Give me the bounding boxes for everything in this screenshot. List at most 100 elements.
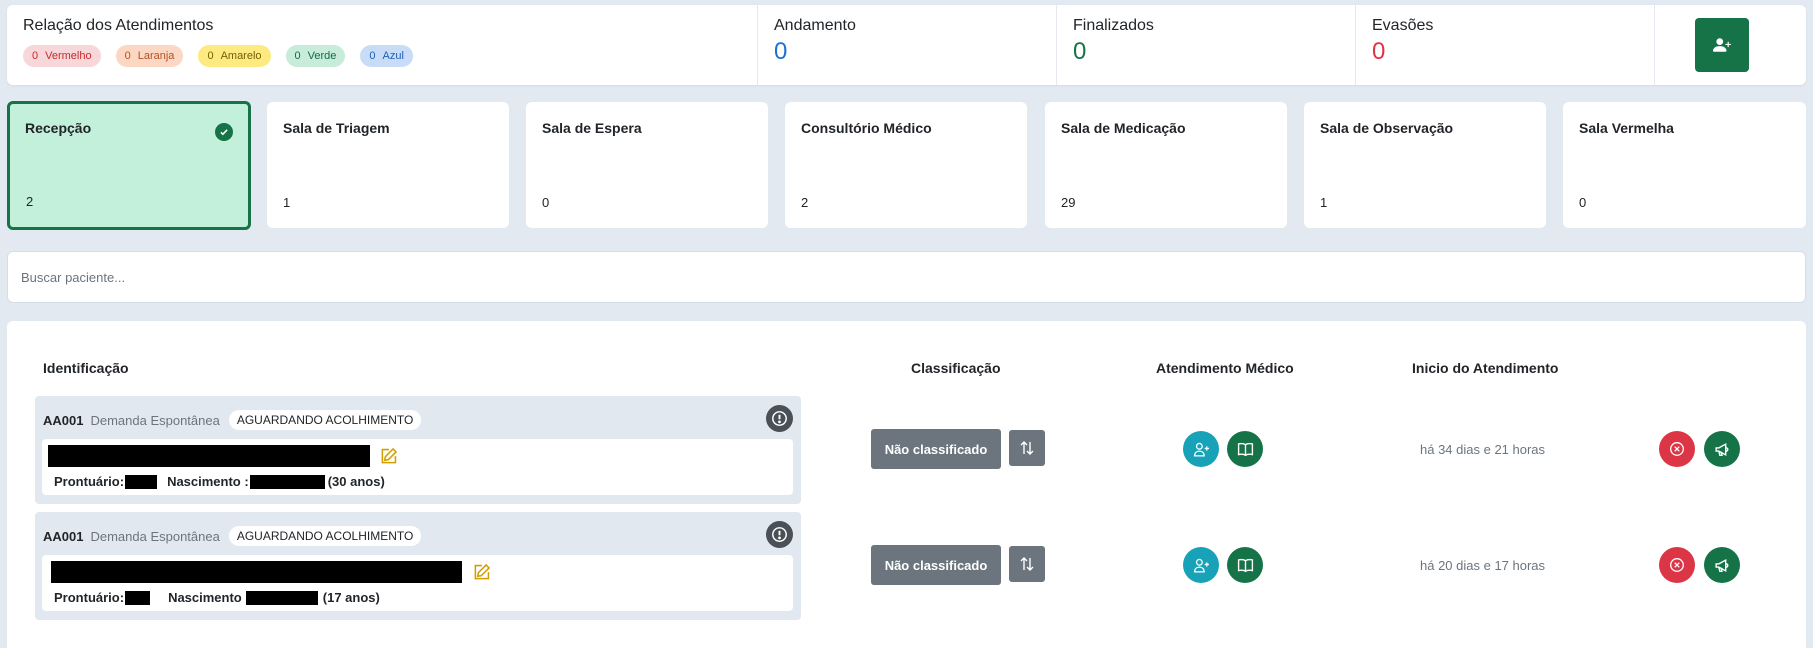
patient-name-redacted xyxy=(51,561,462,583)
badge-laranja: 0 Laranja xyxy=(115,45,184,67)
nascimento-label: Nascimento xyxy=(168,590,242,605)
room-count: 0 xyxy=(542,195,550,210)
megaphone-icon xyxy=(1714,442,1729,456)
stat-evasoes-value: 0 xyxy=(1372,38,1386,65)
user-plus-icon xyxy=(1193,558,1209,573)
table-row: AA001 Demanda Espontânea AGUARDANDO ACOL… xyxy=(7,396,1806,504)
room-name: Sala de Observação xyxy=(1320,120,1454,136)
demand-type: Demanda Espontânea xyxy=(90,528,220,544)
room-name: Sala de Medicação xyxy=(1061,120,1186,136)
room-count: 2 xyxy=(26,194,34,209)
header-classificacao: Classificação xyxy=(911,360,1001,376)
room-name: Sala de Espera xyxy=(542,120,642,136)
summary-actions xyxy=(1655,5,1806,85)
patient-name-redacted xyxy=(48,445,370,467)
call-patient-button[interactable] xyxy=(1704,547,1740,583)
x-circle-icon xyxy=(1670,442,1684,456)
cancel-attendance-button[interactable] xyxy=(1659,431,1695,467)
swap-icon xyxy=(1020,557,1034,571)
room-cards: Recepção 2 Sala de Triagem 1 Sala de Esp… xyxy=(7,101,1806,230)
patient-age: (30 anos) xyxy=(327,474,385,489)
swap-classification-button[interactable] xyxy=(1009,430,1045,466)
stat-andamento: Andamento 0 xyxy=(758,5,1057,85)
attendance-since: há 34 dias e 21 horas xyxy=(1420,442,1546,457)
room-card-vermelha[interactable]: Sala Vermelha 0 xyxy=(1563,102,1806,228)
check-icon xyxy=(215,123,233,141)
open-record-button[interactable] xyxy=(1227,431,1263,467)
stat-andamento-value: 0 xyxy=(774,38,788,65)
room-count: 2 xyxy=(801,195,809,210)
room-name: Sala Vermelha xyxy=(1579,120,1674,136)
add-patient-button[interactable] xyxy=(1694,18,1749,72)
birthdate-redacted xyxy=(245,590,318,605)
status-badge: AGUARDANDO ACOLHIMENTO xyxy=(228,410,422,430)
info-icon[interactable] xyxy=(766,405,793,432)
header-identificacao: Identificação xyxy=(43,360,129,376)
summary-title: Relação dos Atendimentos xyxy=(23,17,214,34)
nascimento-label: Nascimento : xyxy=(167,474,249,489)
room-count: 0 xyxy=(1579,195,1587,210)
megaphone-icon xyxy=(1714,558,1729,572)
user-plus-icon xyxy=(1193,442,1209,457)
patient-identification: AA001 Demanda Espontânea AGUARDANDO ACOL… xyxy=(35,512,801,620)
table-row: AA001 Demanda Espontânea AGUARDANDO ACOL… xyxy=(7,512,1806,620)
attendance-since: há 20 dias e 17 horas xyxy=(1420,558,1546,573)
book-icon xyxy=(1237,442,1253,456)
classification-button[interactable]: Não classificado xyxy=(871,545,1001,585)
patient-age: (17 anos) xyxy=(322,590,380,605)
room-card-recepcao[interactable]: Recepção 2 xyxy=(7,101,251,230)
stat-evasoes: Evasões 0 xyxy=(1356,5,1655,85)
cancel-attendance-button[interactable] xyxy=(1659,547,1695,583)
room-card-observacao[interactable]: Sala de Observação 1 xyxy=(1304,102,1546,228)
edit-icon[interactable] xyxy=(380,446,399,465)
patient-card: Prontuário: Nascimento (17 anos) xyxy=(42,555,793,611)
patients-table: Identificação Classificação Atendimento … xyxy=(7,321,1806,648)
prontuario-label: Prontuário: xyxy=(54,474,125,489)
assign-doctor-button[interactable] xyxy=(1183,547,1219,583)
book-icon xyxy=(1237,558,1253,572)
room-name: Recepção xyxy=(25,120,92,136)
stat-finalizados-value: 0 xyxy=(1073,38,1087,65)
room-count: 29 xyxy=(1061,195,1076,210)
prontuario-label: Prontuário: xyxy=(54,590,125,605)
patient-meta: Prontuário: Nascimento : (30 anos) xyxy=(54,474,385,489)
room-count: 1 xyxy=(283,195,291,210)
badge-amarelo: 0 Amarelo xyxy=(198,45,271,67)
user-plus-icon xyxy=(1712,38,1731,52)
patient-identification: AA001 Demanda Espontânea AGUARDANDO ACOL… xyxy=(35,396,801,504)
classification-button[interactable]: Não classificado xyxy=(871,429,1001,469)
demand-type: Demanda Espontânea xyxy=(90,412,220,428)
info-icon[interactable] xyxy=(766,521,793,548)
prontuario-redacted xyxy=(125,474,158,489)
stat-finalizados: Finalizados 0 xyxy=(1057,5,1356,85)
badge-verde: 0 Verde xyxy=(285,45,346,67)
header-inicio-atendimento: Inicio do Atendimento xyxy=(1412,360,1559,376)
patient-header: AA001 Demanda Espontânea AGUARDANDO ACOL… xyxy=(43,410,422,430)
room-name: Consultório Médico xyxy=(801,120,932,136)
room-card-espera[interactable]: Sala de Espera 0 xyxy=(526,102,768,228)
x-circle-icon xyxy=(1670,558,1684,572)
risk-badges: 0 Vermelho 0 Laranja 0 Amarelo 0 Verde 0 Azul xyxy=(23,45,757,67)
patient-card: Prontuário: Nascimento : (30 anos) xyxy=(42,439,793,495)
edit-icon[interactable] xyxy=(473,562,492,581)
summary-bar: Relação dos Atendimentos 0 Vermelho 0 Lara… xyxy=(7,5,1806,85)
badge-azul: 0 Azul xyxy=(360,45,413,67)
swap-classification-button[interactable] xyxy=(1009,546,1045,582)
status-badge: AGUARDANDO ACOLHIMENTO xyxy=(228,526,422,546)
room-count: 1 xyxy=(1320,195,1328,210)
room-card-consultorio[interactable]: Consultório Médico 2 xyxy=(785,102,1027,228)
room-card-triagem[interactable]: Sala de Triagem 1 xyxy=(267,102,509,228)
header-atendimento-medico: Atendimento Médico xyxy=(1156,360,1294,376)
room-card-medicacao[interactable]: Sala de Medicação 29 xyxy=(1045,102,1287,228)
patient-code: AA001 xyxy=(43,412,84,428)
room-name: Sala de Triagem xyxy=(283,120,390,136)
birthdate-redacted xyxy=(249,474,325,489)
assign-doctor-button[interactable] xyxy=(1183,431,1219,467)
search-patient-input[interactable] xyxy=(7,251,1806,303)
call-patient-button[interactable] xyxy=(1704,431,1740,467)
attendance-summary: Relação dos Atendimentos 0 Vermelho 0 Lara… xyxy=(7,5,758,85)
patient-meta: Prontuário: Nascimento (17 anos) xyxy=(54,590,380,605)
patient-header: AA001 Demanda Espontânea AGUARDANDO ACOL… xyxy=(43,526,422,546)
open-record-button[interactable] xyxy=(1227,547,1263,583)
swap-icon xyxy=(1020,441,1034,455)
